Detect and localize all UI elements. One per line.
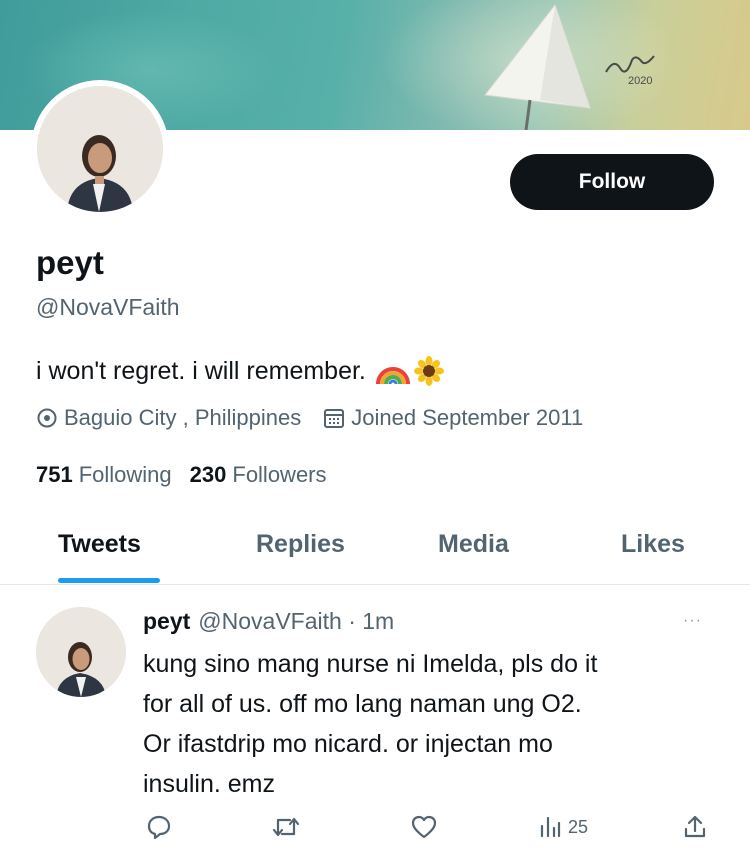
heart-icon <box>411 815 437 839</box>
avatar-photo <box>37 86 163 212</box>
followers-label: Followers <box>232 462 327 487</box>
location: Baguio City , Philippines <box>36 405 301 431</box>
joined-text: Joined September 2011 <box>351 405 584 430</box>
tweet-line: insulin. emz <box>143 770 275 798</box>
following-count: 751 <box>36 462 73 487</box>
tweet-actions: 25 <box>0 814 750 850</box>
profile-stats: 751 Following 230 Followers <box>36 462 327 488</box>
followers-link[interactable]: 230 Followers <box>190 462 327 488</box>
followers-count: 230 <box>189 462 227 487</box>
reply-icon <box>147 815 171 840</box>
tweet-avatar[interactable] <box>36 607 126 697</box>
profile-name: peyt <box>36 244 104 281</box>
analytics-icon <box>540 816 561 838</box>
views-button[interactable]: 25 <box>538 814 588 840</box>
tweet-author-name[interactable]: peyt <box>143 608 190 635</box>
joined-date: Joined September 2011 <box>323 405 583 431</box>
like-button[interactable] <box>410 814 438 840</box>
follow-button[interactable]: Follow <box>510 154 714 210</box>
views-count: 25 <box>568 816 589 837</box>
more-options-icon[interactable]: ··· <box>683 612 702 630</box>
location-pin-icon <box>37 408 57 428</box>
following-label: Following <box>78 462 172 487</box>
profile-tabs: Tweets Replies Media Likes <box>0 516 750 585</box>
tweet-handle-time: @NovaVFaith · 1m <box>198 608 395 634</box>
profile-bio: i won't regret. i will remember. <box>36 356 444 386</box>
share-icon <box>684 815 706 838</box>
tweet-line: kung sino mang nurse ni Imelda, pls do i… <box>143 650 598 678</box>
tab-tweets[interactable]: Tweets <box>58 530 141 559</box>
location-text: Baguio City , Philippines <box>64 405 302 430</box>
tweet-line: Or ifastdrip mo nicard. or injectan mo <box>143 730 553 758</box>
rainbow-icon <box>375 367 410 385</box>
banner-signature: 2020 <box>628 75 652 87</box>
bio-text: i won't regret. i will remember. <box>36 356 366 385</box>
tab-replies[interactable]: Replies <box>256 530 345 559</box>
retweet-icon <box>272 817 300 837</box>
bio-emoji <box>375 356 444 386</box>
active-tab-indicator <box>58 578 160 583</box>
share-button[interactable] <box>682 814 708 840</box>
tweet-text: kung sino mang nurse ni Imelda, pls do i… <box>143 644 723 804</box>
profile-avatar[interactable] <box>31 80 169 218</box>
following-link[interactable]: 751 Following <box>36 462 172 488</box>
reply-button[interactable] <box>146 814 172 840</box>
tab-media[interactable]: Media <box>438 530 509 559</box>
profile-handle: @NovaVFaith <box>36 294 180 320</box>
sunflower-icon <box>413 356 444 386</box>
profile-meta: Baguio City , Philippines Joined Septemb… <box>36 405 583 431</box>
tab-likes[interactable]: Likes <box>621 530 685 559</box>
calendar-icon <box>324 409 345 428</box>
tweet-line: for all of us. off mo lang naman ung O2. <box>143 690 582 718</box>
tweet-header: peyt @NovaVFaith · 1m <box>143 608 394 635</box>
retweet-button[interactable] <box>272 814 300 840</box>
